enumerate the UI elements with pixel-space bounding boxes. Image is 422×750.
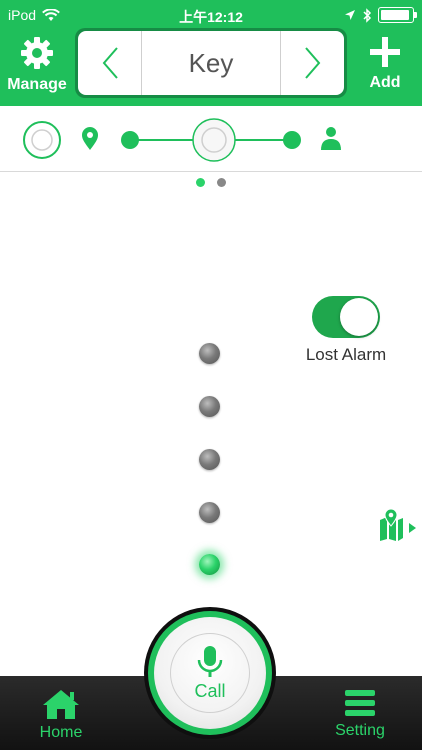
toggle-knob	[340, 298, 378, 336]
bluetooth-icon	[363, 7, 372, 23]
tab-home[interactable]: Home	[21, 688, 101, 742]
microphone-icon	[197, 645, 223, 677]
page-dot[interactable]	[217, 178, 226, 187]
battery-icon	[378, 7, 417, 23]
map-button[interactable]	[378, 506, 418, 542]
previous-device-button[interactable]	[78, 31, 142, 95]
device-link-center-icon	[192, 118, 236, 162]
chevron-left-icon	[102, 47, 118, 79]
tab-setting[interactable]: Setting	[320, 688, 400, 740]
signal-level-dot	[199, 502, 220, 523]
map-pin-icon	[380, 508, 416, 541]
connection-status-strip	[0, 106, 422, 172]
signal-level-dot	[199, 343, 220, 364]
device-tag-icon	[23, 121, 61, 159]
link-start-node	[121, 131, 139, 149]
signal-level-dot-active	[199, 554, 220, 575]
tab-setting-label: Setting	[335, 722, 385, 739]
location-pin-icon	[82, 127, 98, 150]
home-icon	[43, 690, 79, 719]
page-indicator	[0, 178, 422, 187]
add-label: Add	[369, 74, 401, 91]
location-arrow-icon	[345, 10, 355, 20]
lost-alarm-label: Lost Alarm	[305, 345, 387, 364]
next-device-button[interactable]	[280, 31, 344, 95]
menu-icon	[345, 690, 375, 716]
chevron-right-icon	[304, 47, 320, 79]
manage-button[interactable]: Manage	[2, 36, 72, 100]
gear-icon	[21, 37, 53, 69]
status-bar: iPod 上午12:12	[0, 0, 422, 30]
signal-level-dot	[199, 449, 220, 470]
device-selector: Key	[75, 28, 347, 98]
plus-icon	[370, 37, 400, 67]
page-dot-active[interactable]	[196, 178, 205, 187]
tab-home-label: Home	[39, 724, 83, 741]
link-end-node	[283, 131, 301, 149]
call-button[interactable]: Call	[144, 607, 276, 739]
user-icon	[321, 127, 341, 150]
call-label: Call	[194, 680, 226, 701]
manage-label: Manage	[7, 76, 67, 93]
signal-level-dot	[199, 396, 220, 417]
lost-alarm-toggle[interactable]	[312, 296, 380, 338]
connection-diagram	[23, 118, 341, 162]
device-title: Key	[188, 47, 234, 78]
header-bar: iPod 上午12:12 Manage Key Add	[0, 0, 422, 106]
add-button[interactable]: Add	[350, 36, 420, 100]
